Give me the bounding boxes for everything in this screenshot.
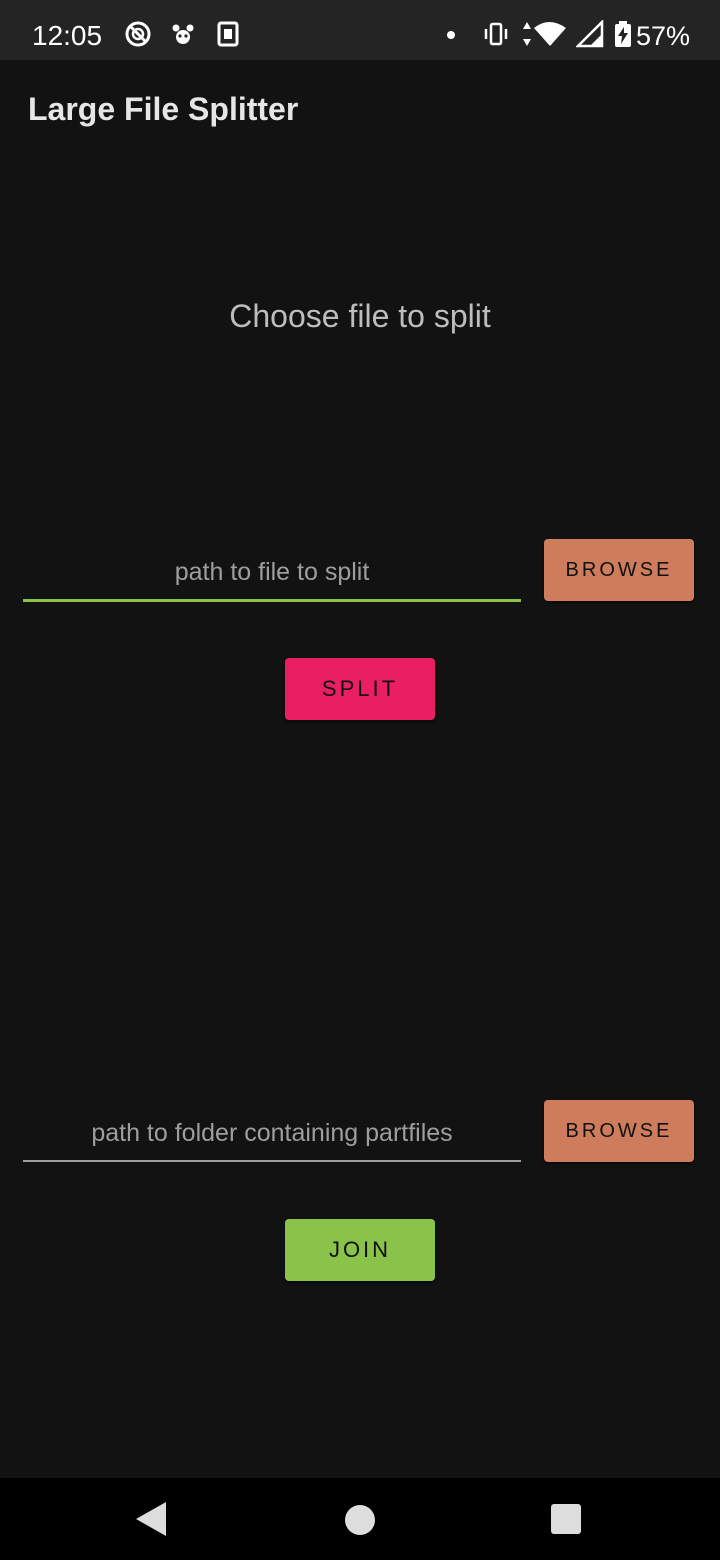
split-input-underline [23,599,521,602]
navigation-bar [0,1478,720,1560]
cell-signal-icon [576,20,604,48]
split-button[interactable]: SPLIT [285,658,435,720]
battery-percent: 57% [636,21,691,51]
sim-card-icon [217,21,239,47]
home-icon[interactable] [345,1505,375,1535]
paw-icon [172,24,194,44]
browse-file-button[interactable]: BROWSE [544,539,694,601]
join-button[interactable]: JOIN [285,1219,435,1281]
wifi-data-icon: 4 [523,22,566,48]
back-icon[interactable] [136,1502,166,1536]
app-screen: 12:05 4 57% Large File Splitter Choose f… [0,0,720,1560]
sync-icon [125,21,151,47]
join-folder-path-input[interactable] [23,1109,521,1157]
split-file-path-input[interactable] [23,548,521,596]
status-time: 12:05 [32,20,103,51]
battery-charging-icon [615,21,631,47]
browse-folder-button[interactable]: BROWSE [544,1100,694,1162]
notification-dot-icon [447,31,455,39]
network-type-label: 4 [558,37,564,48]
recents-icon[interactable] [551,1504,581,1534]
status-bar: 12:05 4 57% [0,0,720,60]
vibrate-icon [484,22,508,46]
join-input-underline [23,1160,521,1162]
app-title: Large File Splitter [28,91,299,127]
split-section-heading: Choose file to split [229,298,491,334]
